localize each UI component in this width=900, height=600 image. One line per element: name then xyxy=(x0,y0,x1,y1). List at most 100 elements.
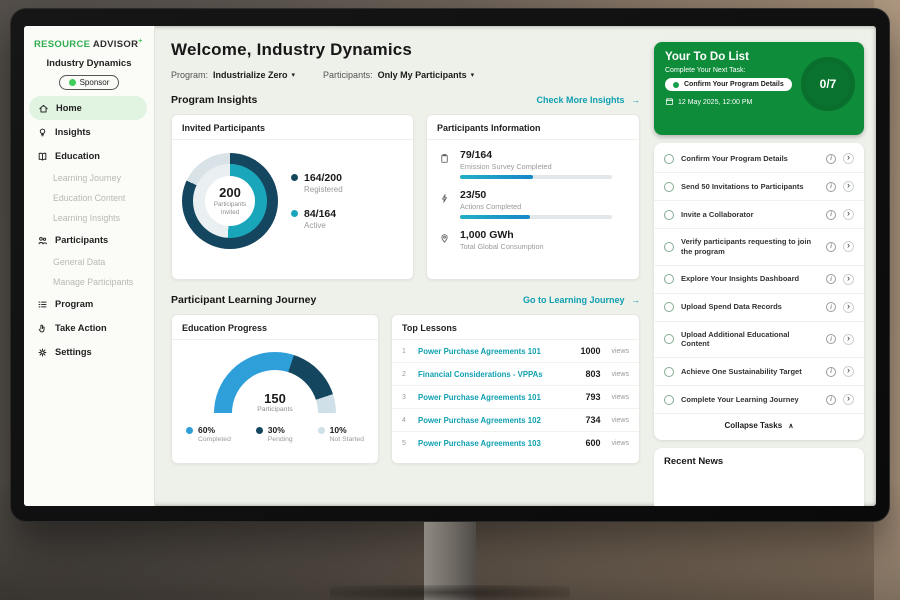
info-icon[interactable]: i xyxy=(826,367,836,377)
sidebar-item-general-data[interactable]: General Data xyxy=(24,252,154,272)
app-logo[interactable]: RESOURCE ADVISOR+ xyxy=(24,26,154,52)
program-filter[interactable]: Program: Industrialize Zero ▾ xyxy=(171,70,295,80)
lesson-link[interactable]: Power Purchase Agreements 101 xyxy=(418,347,572,356)
logo-secondary: ADVISOR xyxy=(93,39,138,50)
task-row-upload-spend-data[interactable]: Upload Spend Data Records i › xyxy=(654,294,864,322)
info-icon[interactable]: i xyxy=(826,302,836,312)
task-row-send-invitations[interactable]: Send 50 Invitations to Participants i › xyxy=(654,173,864,201)
chevron-right-icon[interactable]: › xyxy=(843,153,854,164)
sidebar-item-label: Settings xyxy=(55,347,92,357)
task-row-confirm-program[interactable]: Confirm Your Program Details i › xyxy=(654,145,864,173)
chevron-right-icon[interactable]: › xyxy=(843,181,854,192)
main-content: Welcome, Industry Dynamics Program: Indu… xyxy=(155,26,652,506)
info-icon[interactable]: i xyxy=(826,154,836,164)
consumption-value: 1,000 GWh xyxy=(460,229,544,241)
lesson-row: 3 Power Purchase Agreements 101 793 view… xyxy=(392,386,639,409)
active-dot-icon xyxy=(291,210,298,217)
lesson-views-label: views xyxy=(611,417,629,424)
chevron-right-icon[interactable]: › xyxy=(843,241,854,252)
task-checkbox[interactable] xyxy=(664,302,674,312)
check-more-insights-link[interactable]: Check More Insights → xyxy=(536,95,640,105)
sidebar-item-education-content[interactable]: Education Content xyxy=(24,188,154,208)
next-task-dot-icon xyxy=(673,82,679,88)
info-icon[interactable]: i xyxy=(826,242,836,252)
task-row-achieve-sustainability-target[interactable]: Achieve One Sustainability Target i › xyxy=(654,358,864,386)
sidebar-nav: Home Insights Education Learning Journey… xyxy=(24,96,154,364)
chevron-right-icon[interactable]: › xyxy=(843,302,854,313)
sidebar-item-learning-journey[interactable]: Learning Journey xyxy=(24,168,154,188)
chevron-right-icon[interactable]: › xyxy=(843,334,854,345)
lesson-rank: 3 xyxy=(402,394,410,401)
chevron-right-icon[interactable]: › xyxy=(843,394,854,405)
sidebar-item-participants[interactable]: Participants xyxy=(24,228,154,252)
arrow-right-icon: → xyxy=(631,295,640,305)
info-icon[interactable]: i xyxy=(826,395,836,405)
task-checkbox[interactable] xyxy=(664,274,674,284)
sponsor-icon xyxy=(69,79,76,86)
task-row-invite-collaborator[interactable]: Invite a Collaborator i › xyxy=(654,201,864,229)
task-row-complete-learning-journey[interactable]: Complete Your Learning Journey i › xyxy=(654,386,864,414)
participants-filter[interactable]: Participants: Only My Participants ▾ xyxy=(323,70,474,80)
info-icon[interactable]: i xyxy=(826,334,836,344)
task-row-explore-insights[interactable]: Explore Your Insights Dashboard i › xyxy=(654,266,864,294)
sidebar-item-take-action[interactable]: Take Action xyxy=(24,316,154,340)
sidebar-item-program[interactable]: Program xyxy=(24,292,154,316)
lesson-link[interactable]: Financial Considerations - VPPAs xyxy=(418,370,577,379)
task-label: Verify participants requesting to join t… xyxy=(681,237,813,257)
sidebar-item-learning-insights[interactable]: Learning Insights xyxy=(24,208,154,228)
participants-filter-label: Participants: xyxy=(323,70,373,80)
emission-survey-value: 79/164 xyxy=(460,149,612,161)
location-pin-icon xyxy=(439,229,451,251)
task-label: Explore Your Insights Dashboard xyxy=(681,274,813,284)
sidebar-item-home[interactable]: Home xyxy=(29,96,147,120)
todo-tasks-card: Confirm Your Program Details i › Send 50… xyxy=(654,143,864,440)
progress-fill-0 xyxy=(460,175,533,179)
actions-completed-label: Actions Completed xyxy=(460,202,612,211)
not-started-dot-icon xyxy=(318,427,325,434)
task-checkbox[interactable] xyxy=(664,334,674,344)
sidebar-item-education[interactable]: Education xyxy=(24,144,154,168)
not-started-label: Not Started xyxy=(330,436,364,443)
clipboard-icon xyxy=(439,149,451,179)
participants-information-title: Participants Information xyxy=(427,115,639,140)
chevron-right-icon[interactable]: › xyxy=(843,366,854,377)
program-insights-header: Program Insights Check More Insights → xyxy=(171,94,640,106)
collapse-tasks-button[interactable]: Collapse Tasks ∧ xyxy=(654,414,864,438)
task-checkbox[interactable] xyxy=(664,154,674,164)
education-gauge-center: 150 Participants xyxy=(214,391,336,413)
lesson-link[interactable]: Power Purchase Agreements 103 xyxy=(418,439,577,448)
task-row-verify-participants[interactable]: Verify participants requesting to join t… xyxy=(654,229,864,266)
task-row-upload-educational-content[interactable]: Upload Additional Educational Content i … xyxy=(654,322,864,359)
lesson-rank: 5 xyxy=(402,440,410,447)
chevron-right-icon[interactable]: › xyxy=(843,209,854,220)
completed-value: 60% xyxy=(198,425,231,435)
task-checkbox[interactable] xyxy=(664,395,674,405)
sidebar-item-label: Participants xyxy=(55,235,108,245)
sidebar-item-manage-participants[interactable]: Manage Participants xyxy=(24,272,154,292)
recent-news-heading: Recent News xyxy=(664,456,723,467)
info-icon[interactable]: i xyxy=(826,274,836,284)
sidebar-item-settings[interactable]: Settings xyxy=(24,340,154,364)
lesson-row: 4 Power Purchase Agreements 102 734 view… xyxy=(392,409,639,432)
pending-value: 30% xyxy=(268,425,293,435)
next-task-pill[interactable]: Confirm Your Program Details xyxy=(665,78,792,91)
right-panel: Your To Do List Complete Your Next Task:… xyxy=(652,26,876,506)
sidebar-item-insights[interactable]: Insights xyxy=(24,120,154,144)
task-checkbox[interactable] xyxy=(664,242,674,252)
chevron-down-icon: ▾ xyxy=(471,71,475,79)
info-icon[interactable]: i xyxy=(826,182,836,192)
chevron-right-icon[interactable]: › xyxy=(843,274,854,285)
lesson-views: 793 xyxy=(585,392,600,402)
education-progress-card: Education Progress 150 Participants xyxy=(171,314,379,464)
task-checkbox[interactable] xyxy=(664,182,674,192)
go-to-learning-journey-link[interactable]: Go to Learning Journey → xyxy=(523,295,640,305)
lesson-link[interactable]: Power Purchase Agreements 101 xyxy=(418,393,577,402)
lesson-link[interactable]: Power Purchase Agreements 102 xyxy=(418,416,577,425)
sidebar-item-label: Education xyxy=(55,151,100,161)
task-checkbox[interactable] xyxy=(664,367,674,377)
todo-progress-ring: 0/7 xyxy=(801,57,855,111)
task-checkbox[interactable] xyxy=(664,210,674,220)
program-filter-value: Industrialize Zero xyxy=(213,70,288,80)
sponsor-badge[interactable]: Sponsor xyxy=(59,75,120,90)
info-icon[interactable]: i xyxy=(826,210,836,220)
